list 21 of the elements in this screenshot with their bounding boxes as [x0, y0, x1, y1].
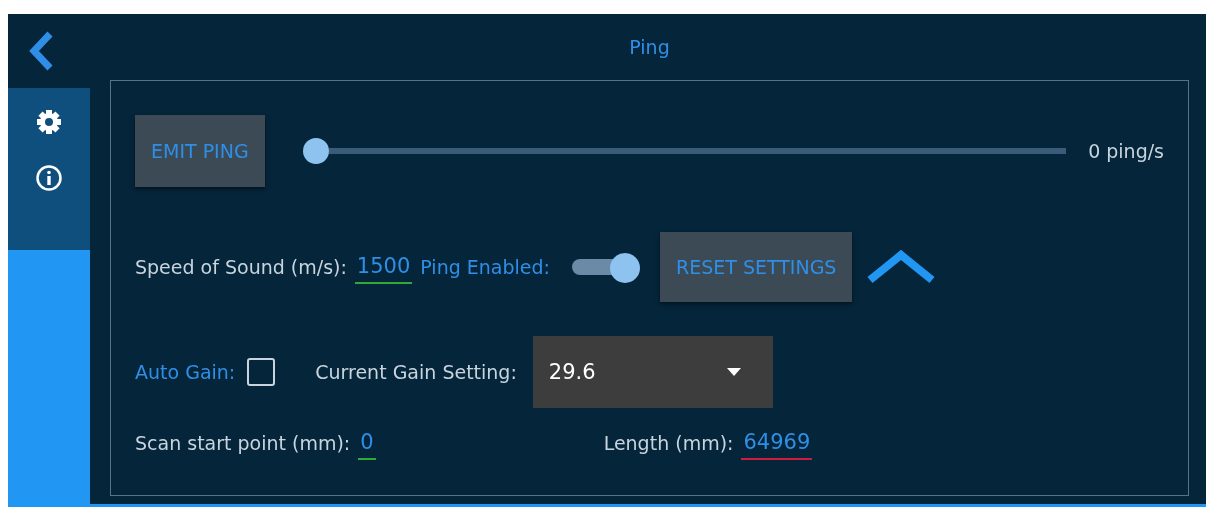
emit-ping-button[interactable]: EMIT PING	[135, 115, 265, 187]
settings-icon	[35, 108, 63, 136]
gain-label: Current Gain Setting:	[315, 361, 517, 383]
collapse-chevron-icon[interactable]	[866, 249, 937, 285]
page-title: Ping	[628, 35, 671, 60]
speed-field[interactable]: 1500	[354, 250, 413, 284]
length-label: Length (mm):	[603, 432, 734, 454]
reset-settings-button[interactable]: RESET SETTINGS	[659, 232, 853, 302]
auto-gain-checkbox[interactable]	[247, 358, 276, 386]
auto-gain-label: Auto Gain:	[135, 361, 236, 383]
dropdown-caret-icon	[726, 368, 741, 376]
ping-rate-reading: 0 ping/s	[1088, 140, 1164, 162]
ping-enabled-label: Ping Enabled:	[420, 256, 550, 278]
slider-thumb[interactable]	[302, 138, 329, 164]
back-chevron-icon	[28, 31, 54, 71]
gain-dropdown[interactable]: 29.6	[532, 336, 773, 408]
speed-label: Speed of Sound (m/s):	[135, 256, 347, 278]
scan-start-label: Scan start point (mm):	[135, 432, 351, 454]
length-field[interactable]: 64969	[741, 426, 813, 460]
scan-start-field[interactable]: 0	[358, 426, 376, 460]
info-icon	[35, 164, 63, 192]
